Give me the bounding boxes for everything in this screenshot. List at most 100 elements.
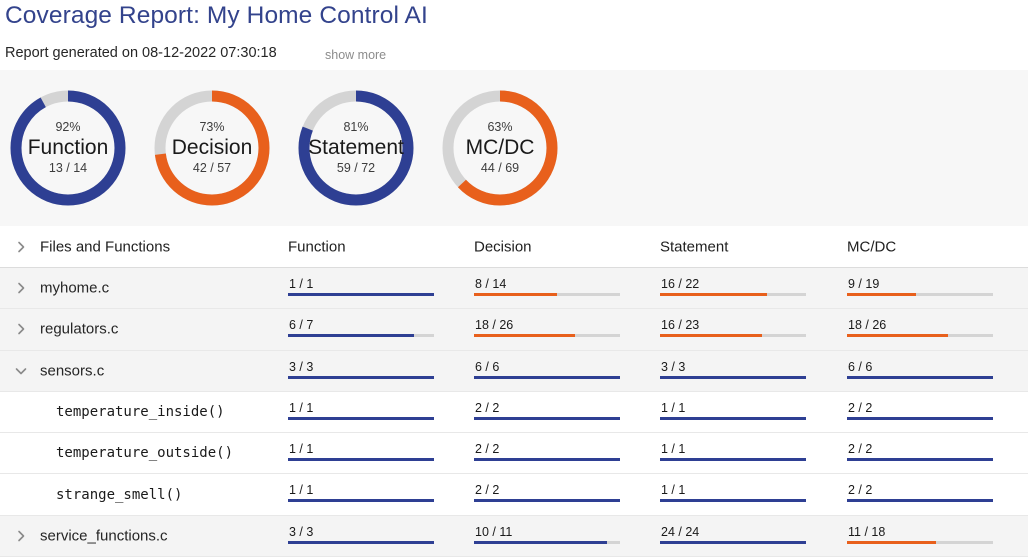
file-name: regulators.c bbox=[40, 321, 118, 338]
coverage-progress-fill bbox=[288, 376, 434, 379]
coverage-progress-track bbox=[288, 458, 434, 461]
coverage-metric-statement: 1 / 1 bbox=[660, 401, 806, 420]
chevron-right-icon[interactable] bbox=[13, 321, 29, 337]
table-row[interactable]: temperature_outside()1 / 12 / 21 / 12 / … bbox=[0, 433, 1028, 474]
coverage-progress-fill bbox=[847, 541, 936, 544]
coverage-fraction: 9 / 19 bbox=[847, 277, 993, 291]
coverage-metric-decision: 8 / 14 bbox=[474, 277, 620, 296]
coverage-metric-decision: 6 / 6 bbox=[474, 360, 620, 379]
chevron-right-icon[interactable] bbox=[13, 528, 29, 544]
coverage-metric-mc-dc: 2 / 2 bbox=[847, 483, 993, 502]
coverage-fraction: 1 / 1 bbox=[660, 483, 806, 497]
coverage-progress-track bbox=[660, 417, 806, 420]
coverage-metric-statement: 1 / 1 bbox=[660, 442, 806, 461]
coverage-metric-function: 3 / 3 bbox=[288, 525, 434, 544]
coverage-progress-track bbox=[847, 417, 993, 420]
coverage-progress-fill bbox=[847, 334, 948, 337]
coverage-progress-fill bbox=[474, 417, 620, 420]
coverage-progress-fill bbox=[288, 334, 414, 337]
coverage-progress-track bbox=[660, 376, 806, 379]
chevron-right-icon[interactable] bbox=[13, 280, 29, 296]
coverage-fraction: 6 / 6 bbox=[474, 360, 620, 374]
column-header-function: Function bbox=[288, 238, 346, 255]
coverage-fraction: 11 / 18 bbox=[847, 525, 993, 539]
table-row[interactable]: myhome.c1 / 18 / 1416 / 229 / 19 bbox=[0, 268, 1028, 309]
coverage-progress-fill bbox=[660, 417, 806, 420]
coverage-fraction: 18 / 26 bbox=[847, 318, 993, 332]
coverage-progress-fill bbox=[660, 334, 762, 337]
coverage-metric-statement: 1 / 1 bbox=[660, 483, 806, 502]
coverage-fraction: 10 / 11 bbox=[474, 525, 620, 539]
file-name: service_functions.c bbox=[40, 527, 168, 544]
coverage-metric-decision: 2 / 2 bbox=[474, 401, 620, 420]
coverage-progress-track bbox=[660, 541, 806, 544]
expand-all-chevron-icon[interactable] bbox=[13, 239, 29, 255]
function-name: temperature_outside() bbox=[56, 445, 233, 461]
donut-decision: 73%Decision42 / 57 bbox=[152, 88, 272, 208]
coverage-progress-track bbox=[847, 499, 993, 502]
coverage-metric-statement: 16 / 22 bbox=[660, 277, 806, 296]
table-row[interactable]: sensors.c 3 / 3 6 / 6 3 / 3 6 / 6 bbox=[0, 351, 1028, 392]
coverage-progress-track bbox=[474, 541, 620, 544]
coverage-progress-track bbox=[288, 376, 434, 379]
coverage-metric-function: 6 / 7 bbox=[288, 318, 434, 337]
file-name: sensors.c bbox=[40, 362, 104, 379]
coverage-progress-track bbox=[474, 417, 620, 420]
coverage-fraction: 2 / 2 bbox=[474, 401, 620, 415]
coverage-progress-track bbox=[660, 499, 806, 502]
table-row[interactable]: strange_smell()1 / 12 / 21 / 12 / 2 bbox=[0, 474, 1028, 515]
coverage-fraction: 2 / 2 bbox=[474, 483, 620, 497]
coverage-metric-function: 1 / 1 bbox=[288, 401, 434, 420]
show-more-link[interactable]: show more bbox=[325, 48, 386, 62]
coverage-metric-decision: 2 / 2 bbox=[474, 483, 620, 502]
coverage-fraction: 1 / 1 bbox=[288, 442, 434, 456]
coverage-progress-fill bbox=[660, 458, 806, 461]
coverage-progress-track bbox=[847, 293, 993, 296]
coverage-fraction: 6 / 6 bbox=[847, 360, 993, 374]
table-row[interactable]: service_functions.c 3 / 3 10 / 11 24 / 24 11… bbox=[0, 516, 1028, 557]
coverage-progress-track bbox=[660, 334, 806, 337]
donut-function: 92%Function13 / 14 bbox=[8, 88, 128, 208]
coverage-fraction: 16 / 23 bbox=[660, 318, 806, 332]
coverage-metric-statement: 3 / 3 bbox=[660, 360, 806, 379]
function-name: temperature_inside() bbox=[56, 404, 225, 420]
coverage-table: Files and FunctionsFunctionDecisionState… bbox=[0, 226, 1028, 557]
coverage-fraction: 3 / 3 bbox=[288, 360, 434, 374]
coverage-progress-fill bbox=[474, 376, 620, 379]
coverage-progress-fill bbox=[288, 458, 434, 461]
coverage-progress-fill bbox=[660, 541, 806, 544]
coverage-progress-fill bbox=[847, 499, 993, 502]
coverage-fraction: 8 / 14 bbox=[474, 277, 620, 291]
coverage-progress-fill bbox=[660, 499, 806, 502]
coverage-metric-decision: 10 / 11 bbox=[474, 525, 620, 544]
coverage-metric-mc-dc: 2 / 2 bbox=[847, 401, 993, 420]
coverage-progress-fill bbox=[847, 293, 916, 296]
chevron-down-icon[interactable] bbox=[13, 363, 29, 379]
coverage-fraction: 24 / 24 bbox=[660, 525, 806, 539]
donut-statement: 81%Statement59 / 72 bbox=[296, 88, 416, 208]
coverage-fraction: 2 / 2 bbox=[474, 442, 620, 456]
coverage-metric-mc-dc: 6 / 6 bbox=[847, 360, 993, 379]
coverage-metric-function: 1 / 1 bbox=[288, 483, 434, 502]
column-header-decision: Decision bbox=[474, 238, 532, 255]
coverage-progress-track bbox=[474, 499, 620, 502]
donut-mc-dc: 63%MC/DC44 / 69 bbox=[440, 88, 560, 208]
coverage-progress-fill bbox=[474, 458, 620, 461]
table-row[interactable]: regulators.c 6 / 7 18 / 26 16 / 23 18 / 26 bbox=[0, 309, 1028, 350]
coverage-progress-track bbox=[474, 458, 620, 461]
column-header-mc-dc: MC/DC bbox=[847, 238, 896, 255]
coverage-progress-track bbox=[288, 334, 434, 337]
report-header: Coverage Report: My Home Control AI Repo… bbox=[0, 0, 1028, 70]
coverage-fraction: 1 / 1 bbox=[288, 483, 434, 497]
coverage-progress-fill bbox=[474, 293, 557, 296]
coverage-fraction: 18 / 26 bbox=[474, 318, 620, 332]
coverage-progress-track bbox=[288, 499, 434, 502]
coverage-metric-mc-dc: 11 / 18 bbox=[847, 525, 993, 544]
coverage-progress-fill bbox=[474, 499, 620, 502]
coverage-fraction: 1 / 1 bbox=[660, 401, 806, 415]
coverage-metric-mc-dc: 9 / 19 bbox=[847, 277, 993, 296]
table-row[interactable]: temperature_inside() 1 / 1 2 / 2 1 / 1 2 / 2 bbox=[0, 392, 1028, 433]
coverage-progress-fill bbox=[288, 541, 434, 544]
coverage-progress-track bbox=[474, 293, 620, 296]
coverage-progress-track bbox=[288, 541, 434, 544]
